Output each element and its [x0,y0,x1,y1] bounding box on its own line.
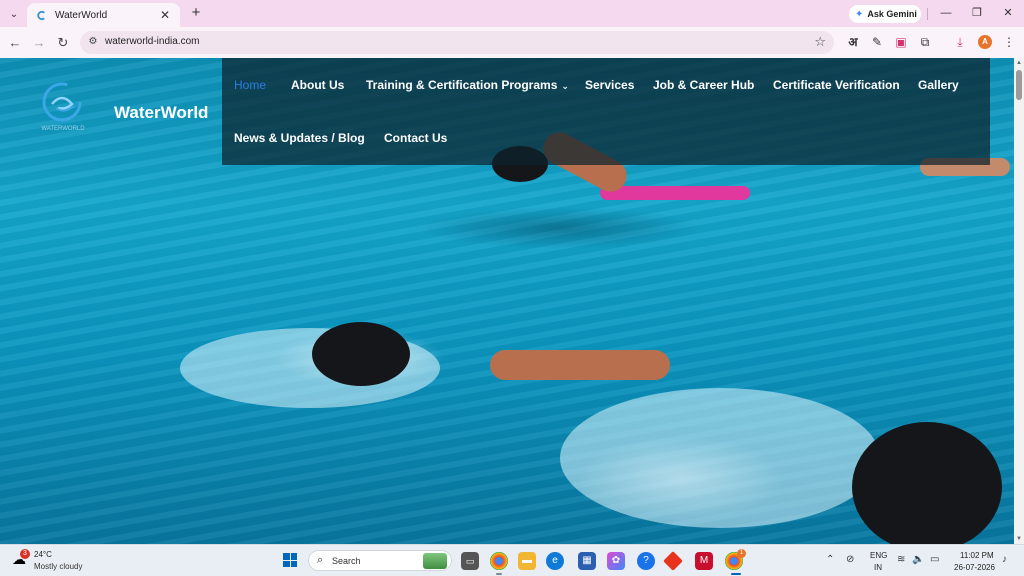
nav-news-blog[interactable]: News & Updates / Blog [234,131,365,145]
nav-gallery[interactable]: Gallery [918,78,959,92]
network-off-icon[interactable]: ⊘ [846,554,854,565]
volume-icon[interactable]: 🔈 [912,554,924,565]
hero-image-swimmer-head [312,322,410,386]
clock-time[interactable]: 11:02 PM [960,551,994,560]
nav-job-career-hub[interactable]: Job & Career Hub [653,78,754,92]
file-explorer-icon[interactable]: ▬ [518,552,536,570]
copilot-app-icon[interactable]: ✿ [607,552,625,570]
close-window-icon[interactable]: ✕ [1000,5,1016,21]
red-diamond-app-icon[interactable] [663,551,683,571]
page-scrollbar[interactable]: ▲ ▼ [1014,58,1024,544]
browser-toolbar: ← → ↻ ⚙ waterworld-india.com ☆ अ ✎ ▣ ⧉ ⤓… [0,27,1024,58]
notification-bell-icon[interactable]: ♪ [1002,554,1007,565]
browser-menu-icon[interactable]: ⋮ [1001,34,1017,50]
site-logo[interactable]: WATERWORLD [36,78,92,134]
ask-gemini-button[interactable]: ✦ Ask Gemini [849,5,921,23]
new-tab-button[interactable]: + [188,4,204,22]
app-active-indicator [731,573,741,575]
chrome-app-badge: 1 [737,549,746,558]
restore-window-icon[interactable]: ❐ [969,5,985,21]
address-bar[interactable]: ⚙ waterworld-india.com ☆ [80,31,834,54]
tab-search-chevron-icon[interactable]: ⌄ [6,6,22,22]
input-language[interactable]: ENG [870,551,887,560]
chevron-down-icon: ⌄ [561,81,569,91]
weather-notification-badge: 3 [20,549,30,559]
browser-tab-active[interactable]: WaterWorld ✕ [27,3,180,27]
search-highlight-image [423,553,447,569]
show-hidden-icons-chevron-icon[interactable]: ⌃ [826,554,834,565]
tab-close-icon[interactable]: ✕ [158,8,172,22]
toolbar-divider [927,8,928,20]
weather-temperature[interactable]: 24°C [34,550,52,559]
battery-icon[interactable]: ▭ [930,554,939,565]
downloads-icon[interactable]: ⤓ [952,34,968,50]
weather-description[interactable]: Mostly cloudy [34,562,82,571]
edge-browser-icon[interactable]: e [546,552,564,570]
microsoft-store-icon[interactable]: ▦ [578,552,596,570]
start-button[interactable] [283,553,297,567]
nav-services[interactable]: Services [585,78,634,92]
nav-home[interactable]: Home [234,78,266,92]
taskbar-search[interactable]: ⌕ Search [308,550,452,571]
task-view-icon[interactable]: ▭ [461,552,479,570]
wifi-icon[interactable]: ≋ [897,554,905,565]
translate-extension-icon[interactable]: अ [845,34,861,50]
gemini-sparkle-icon: ✦ [855,8,864,20]
hero-image-arm [490,350,670,380]
brand-name[interactable]: WaterWorld [114,103,208,123]
extensions-puzzle-icon[interactable]: ⧉ [917,34,933,50]
ask-gemini-label: Ask Gemini [867,9,917,19]
search-icon: ⌕ [317,554,324,566]
nav-certificate-verification[interactable]: Certificate Verification [773,78,900,92]
bookmark-star-icon[interactable]: ☆ [814,34,826,50]
back-arrow-icon[interactable]: ← [7,35,23,51]
waterworld-logo-icon: WATERWORLD [41,82,85,132]
minimize-window-icon[interactable]: — [938,5,954,21]
mcafee-icon[interactable]: M [695,552,713,570]
browser-tab-strip: ⌄ WaterWorld ✕ + ✦ Ask Gemini — ❐ ✕ [0,0,1024,27]
help-icon[interactable]: ? [637,552,655,570]
forward-arrow-icon[interactable]: → [31,35,47,51]
hero-image-swimmer-head [852,422,1002,544]
app-running-indicator [496,573,502,575]
eyedropper-extension-icon[interactable]: ✎ [869,34,885,50]
reload-icon[interactable]: ↻ [55,35,71,51]
scrollbar-thumb[interactable] [1016,70,1022,100]
logo-text: WATERWORLD [41,126,85,132]
nav-about-us[interactable]: About Us [291,78,344,92]
image-extension-icon[interactable]: ▣ [893,34,909,50]
scroll-up-arrow-icon[interactable]: ▲ [1016,60,1022,66]
nav-training-programs[interactable]: Training & Certification Programs ⌄ [366,78,569,92]
profile-avatar[interactable]: A [978,35,992,49]
nav-training-label: Training & Certification Programs [366,78,558,92]
tab-title: WaterWorld [55,9,108,21]
hero-image-swimsuit [600,186,750,200]
site-info-icon[interactable]: ⚙ [87,36,99,48]
waterworld-favicon-icon [35,9,47,21]
chrome-app-icon[interactable] [490,552,508,570]
clock-date[interactable]: 26-07-2026 [954,563,995,572]
scroll-down-arrow-icon[interactable]: ▼ [1016,536,1022,542]
url-text[interactable]: waterworld-india.com [105,36,199,47]
hero-section: WATERWORLD WaterWorld Home About Us Trai… [0,58,1014,544]
nav-contact-us[interactable]: Contact Us [384,131,447,145]
windows-taskbar: ☁ 3 24°C Mostly cloudy ⌕ Search ▭ ▬ e ▦ … [0,544,1024,576]
taskbar-search-placeholder: Search [332,556,361,566]
hero-image-splash [560,388,880,528]
main-navigation: Home About Us Training & Certification P… [222,58,990,165]
input-region[interactable]: IN [874,563,882,572]
